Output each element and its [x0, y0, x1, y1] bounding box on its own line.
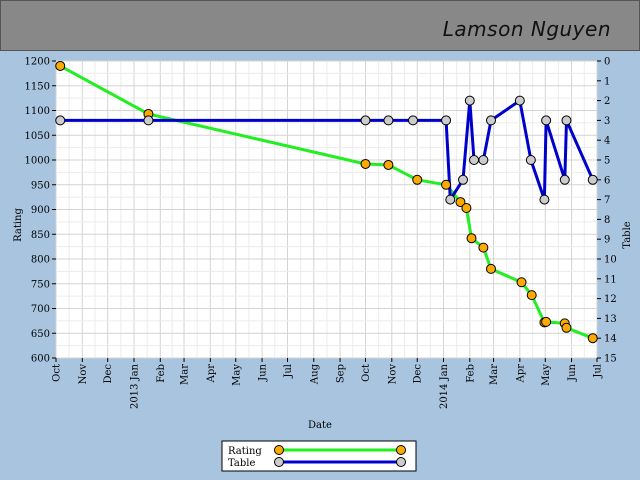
data-point-rating	[383, 159, 394, 170]
y-tick-label-table: 5	[604, 156, 610, 167]
y-tick-label-table: 3	[604, 116, 610, 127]
data-point-rating	[461, 203, 472, 214]
data-point-table	[478, 155, 489, 165]
legend-marker-table	[274, 457, 284, 467]
y-tick-label-table: 13	[604, 314, 617, 325]
x-tick-label: Feb	[156, 364, 167, 383]
y-tick-label-table: 1	[604, 76, 610, 87]
x-tick-label: Jun	[567, 363, 578, 381]
data-point-table	[525, 155, 536, 165]
x-tick-label: Sep	[336, 364, 347, 383]
y-tick-label-rating: 900	[31, 205, 50, 216]
y-tick-label-table: 9	[604, 235, 610, 246]
legend-marker-table	[396, 457, 406, 467]
x-tick-label: Jul	[593, 364, 604, 379]
y-tick-label-rating: 700	[31, 304, 50, 315]
y-tick-label-table: 14	[604, 334, 617, 345]
y-tick-label-table: 11	[604, 274, 617, 285]
data-point-table	[514, 95, 525, 106]
legend: Rating Table	[221, 440, 417, 472]
data-point-table	[541, 115, 552, 126]
y-tick-label-rating: 950	[31, 180, 50, 191]
y-tick-label-table: 4	[604, 136, 610, 147]
data-point-table	[383, 115, 394, 126]
data-point-table	[559, 174, 570, 185]
y-tick-label-rating: 1150	[25, 81, 50, 92]
data-point-rating	[466, 233, 477, 244]
y-tick-label-rating: 1050	[25, 131, 50, 142]
y-tick-label-rating: 1000	[25, 156, 50, 167]
x-tick-label: Oct	[361, 364, 372, 382]
y-tick-label-table: 7	[604, 195, 610, 206]
data-point-table	[464, 95, 475, 106]
y-tick-label-table: 15	[604, 354, 617, 365]
data-point-table	[445, 194, 456, 205]
data-point-table	[441, 115, 452, 126]
y-tick-label-rating: 1200	[25, 57, 50, 68]
data-point-table	[469, 155, 480, 165]
data-point-rating	[486, 263, 497, 274]
y-axis-label-rating: Rating	[13, 208, 24, 242]
data-point-table	[587, 174, 598, 185]
data-point-rating	[541, 316, 552, 327]
x-tick-label: Dec	[103, 364, 114, 384]
x-axis-label: Date	[308, 420, 332, 431]
x-tick-label: Oct	[52, 364, 63, 382]
data-point-rating	[516, 277, 527, 288]
x-tick-label: Dec	[413, 364, 424, 384]
legend-label-table: Table	[228, 458, 255, 469]
data-point-rating	[561, 322, 572, 333]
x-tick-label: May	[231, 364, 242, 386]
y-tick-label-rating: 850	[31, 230, 50, 241]
y-axis-label-table: Table	[622, 221, 633, 248]
x-tick-label: Jun	[258, 363, 269, 381]
rating-history-chart-page: Lamson Nguyen Oct Nov Dec 2013 Jan Feb Mar Apr…	[0, 0, 640, 480]
x-tick-label: 2013 Jan	[130, 363, 141, 409]
legend-label-rating: Rating	[228, 446, 262, 457]
y-tick-label-rating: 750	[31, 279, 50, 290]
x-tick-label: 2014 Jan	[439, 363, 450, 409]
x-tick-label: Jul	[283, 364, 294, 379]
y-tick-label-table: 8	[604, 215, 610, 226]
data-point-table	[458, 174, 469, 185]
data-point-table	[143, 115, 154, 126]
y-tick-label-table: 0	[604, 57, 610, 68]
y-tick-label-rating: 800	[31, 255, 50, 266]
y-tick-label-table: 12	[604, 294, 617, 305]
data-point-rating	[587, 333, 598, 344]
data-point-table	[360, 115, 371, 126]
data-point-table	[486, 115, 497, 126]
y-tick-label-table: 10	[604, 255, 617, 266]
x-tick-label: Mar	[180, 364, 191, 385]
data-point-rating	[412, 174, 423, 185]
data-point-rating	[526, 290, 537, 301]
y-tick-label-rating: 1100	[25, 106, 50, 117]
x-tick-label: Nov	[387, 364, 398, 385]
x-tick-label: May	[541, 364, 552, 386]
data-point-table	[55, 115, 66, 126]
y-tick-label-rating: 600	[31, 354, 50, 365]
x-tick-label: Mar	[489, 364, 500, 385]
data-point-rating	[55, 60, 66, 71]
data-point-table	[407, 115, 418, 126]
x-tick-label: Feb	[465, 364, 476, 383]
chart-svg: Oct Nov Dec 2013 Jan Feb Mar Apr May Jun Jul Aug Se…	[13, 57, 633, 472]
y-tick-label-table: 6	[604, 175, 610, 186]
data-point-table	[539, 194, 550, 205]
data-point-rating	[478, 242, 489, 253]
x-tick-label: Aug	[309, 363, 320, 385]
legend-marker-rating	[396, 445, 406, 455]
x-tick-label: Apr	[206, 364, 217, 384]
data-point-rating	[441, 179, 452, 190]
x-tick-label: Apr	[515, 364, 526, 384]
x-tick-label: Nov	[78, 364, 89, 385]
data-point-table	[561, 115, 572, 126]
data-point-rating	[360, 158, 371, 169]
legend-marker-rating	[274, 445, 284, 455]
y-tick-label-table: 2	[604, 96, 610, 107]
y-tick-label-rating: 650	[31, 329, 50, 340]
